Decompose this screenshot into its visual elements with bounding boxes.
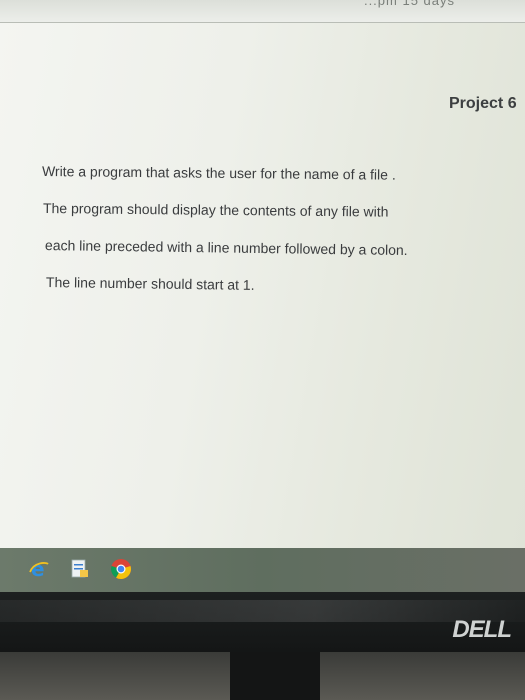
assignment-text: Write a program that asks the user for t…	[42, 160, 502, 308]
taskbar: e	[0, 548, 525, 592]
bezel-reflection	[0, 600, 525, 622]
internet-explorer-icon[interactable]: e	[28, 558, 50, 580]
text-line: The line number should start at 1.	[45, 274, 255, 293]
monitor-stand	[230, 652, 320, 700]
svg-text:e: e	[31, 558, 45, 580]
text-line: Write a program that asks the user for t…	[41, 163, 396, 183]
monitor-screen: ...pm 15 days Project 6 Write a program …	[0, 0, 525, 548]
page-title: Project 6	[449, 95, 517, 112]
dell-logo: DELL	[452, 616, 512, 643]
top-strip: ...pm 15 days	[0, 0, 525, 23]
text-line: The program should display the contents …	[42, 200, 389, 220]
top-strip-text: ...pm 15 days	[363, 0, 455, 8]
text-line: each line preceded with a line number fo…	[44, 237, 408, 259]
chrome-icon[interactable]	[110, 558, 132, 580]
file-explorer-icon[interactable]	[68, 558, 90, 580]
